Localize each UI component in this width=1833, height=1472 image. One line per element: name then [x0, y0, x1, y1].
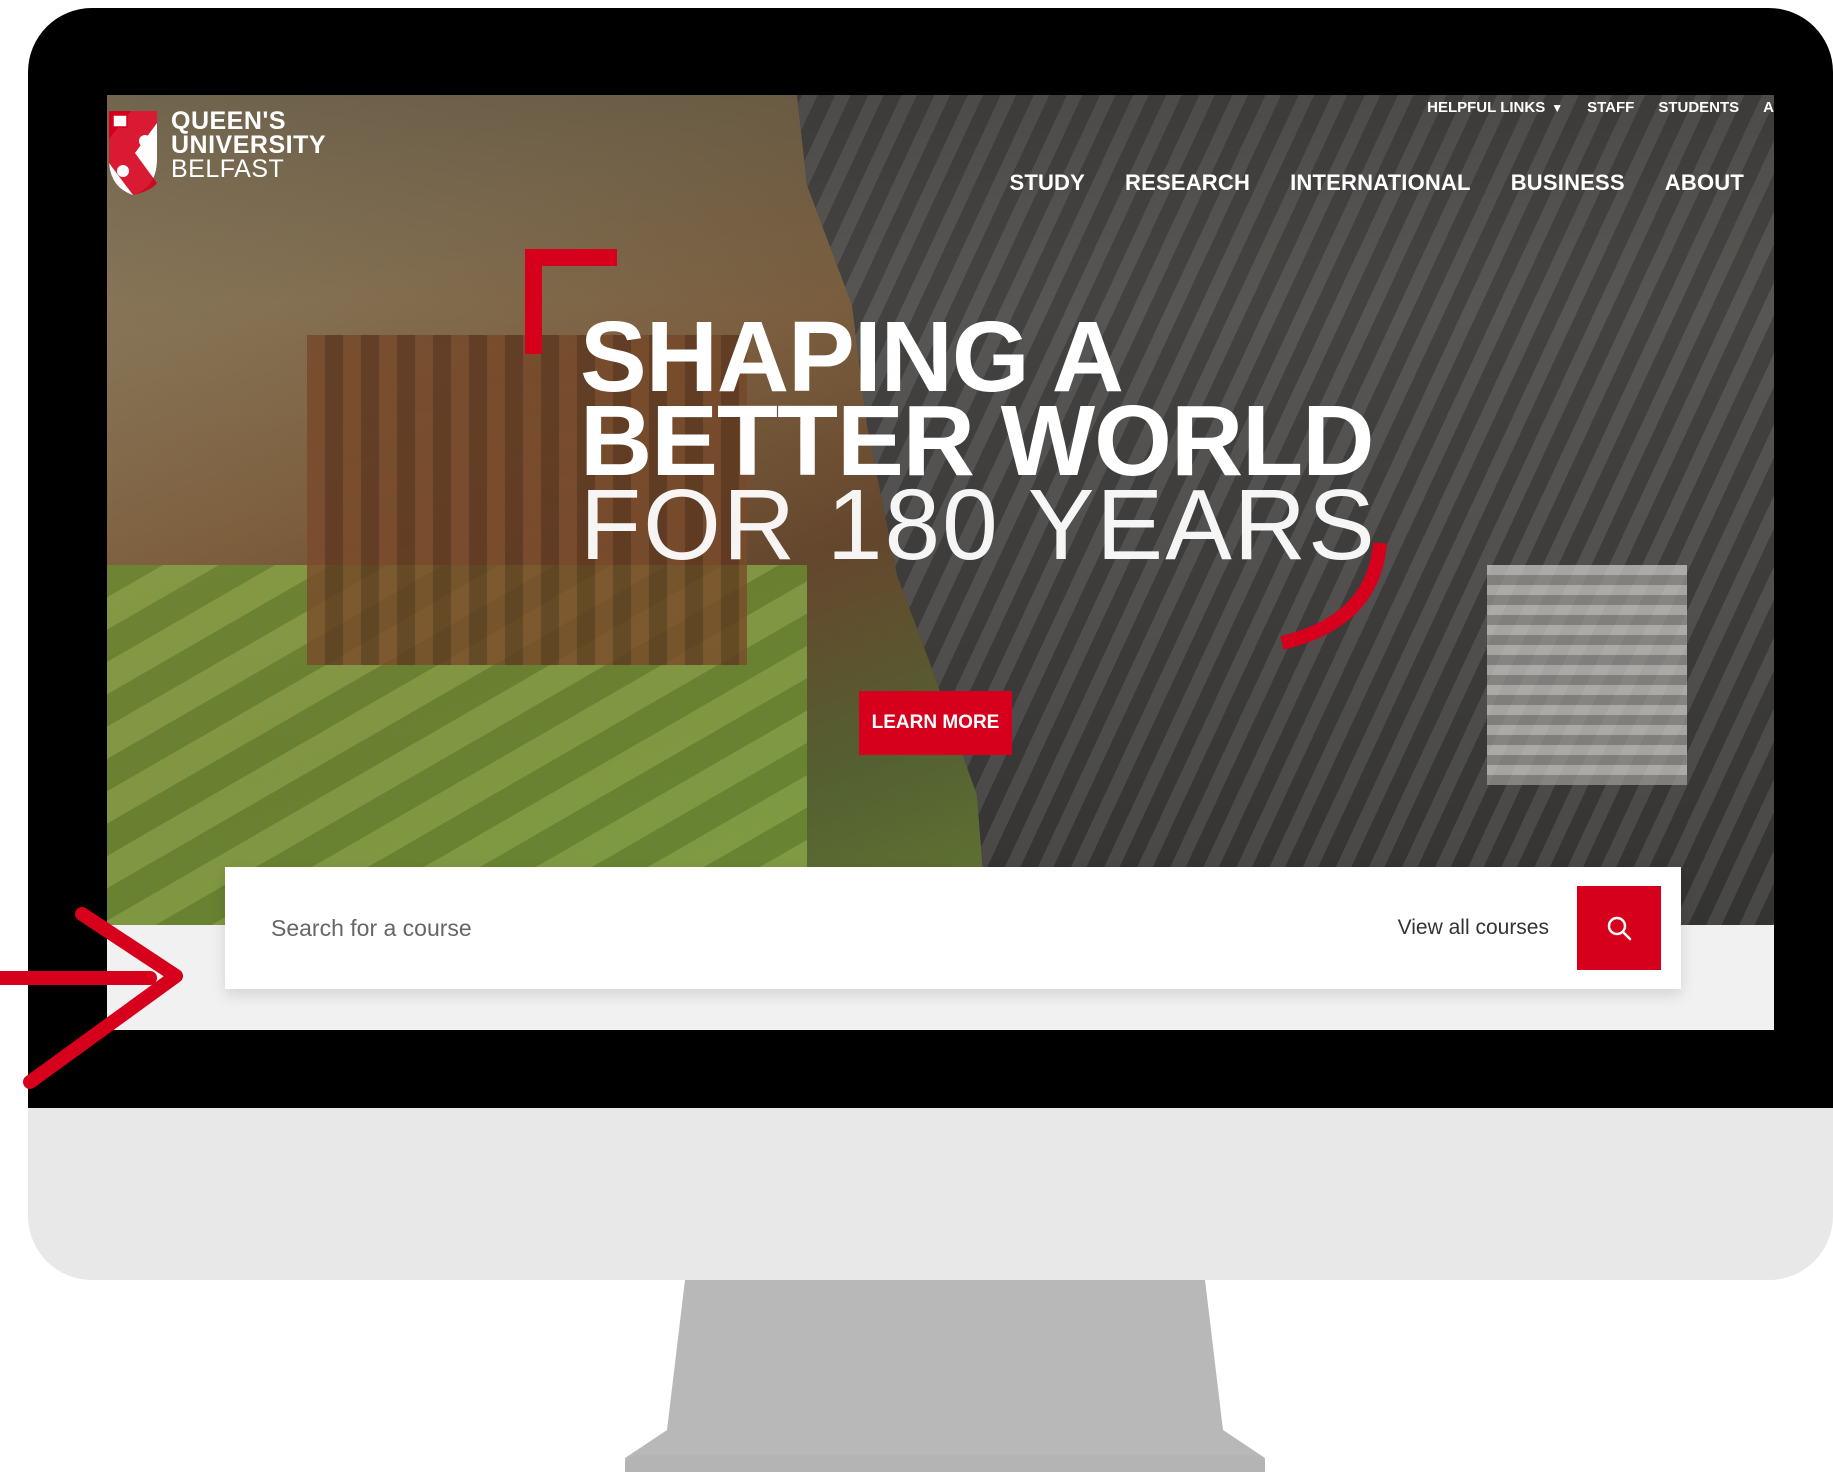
- monitor-chin: [28, 1108, 1833, 1280]
- utility-nav: HELPFUL LINKS ▼ STAFF STUDENTS A: [1427, 95, 1774, 119]
- website-screen: QUEEN'S UNIVERSITY BELFAST HELPFUL LINKS…: [107, 95, 1774, 1030]
- learn-more-button[interactable]: LEARN MORE: [859, 691, 1012, 755]
- nav-item-study[interactable]: STUDY: [1009, 170, 1085, 196]
- hero-headline: SHAPING A BETTER WORLD FOR 180 YEARS: [580, 307, 1377, 581]
- logo-line-belfast: BELFAST: [171, 155, 285, 183]
- truncated-link[interactable]: A: [1763, 99, 1774, 116]
- view-all-courses-link[interactable]: View all courses: [1398, 916, 1549, 940]
- search-button[interactable]: [1577, 886, 1661, 970]
- logo-line-queens: QUEEN'S: [171, 107, 287, 135]
- monitor-stand: [625, 1280, 1265, 1472]
- students-link[interactable]: STUDENTS: [1658, 99, 1739, 116]
- nav-item-international[interactable]: INTERNATIONAL: [1290, 170, 1471, 196]
- annotation-arrow: [0, 907, 183, 1089]
- monitor-base: [625, 1455, 1265, 1472]
- logo-line-university: UNIVERSITY: [171, 131, 327, 159]
- hero-banner: QUEEN'S UNIVERSITY BELFAST HELPFUL LINKS…: [107, 95, 1774, 925]
- main-nav: STUDY RESEARCH INTERNATIONAL BUSINESS AB…: [1009, 170, 1744, 196]
- helpful-links-label: HELPFUL LINKS: [1427, 98, 1546, 116]
- nav-item-business[interactable]: BUSINESS: [1511, 170, 1625, 196]
- staff-link[interactable]: STAFF: [1587, 99, 1634, 116]
- logo-wordmark: QUEEN'S UNIVERSITY BELFAST: [171, 107, 327, 183]
- university-logo[interactable]: QUEEN'S UNIVERSITY BELFAST: [107, 109, 326, 197]
- course-search-bar: View all courses: [225, 867, 1681, 989]
- helpful-links-dropdown[interactable]: HELPFUL LINKS ▼: [1427, 99, 1563, 116]
- course-search-input[interactable]: [269, 897, 1398, 959]
- caret-down-icon: ▼: [1551, 100, 1564, 115]
- university-crest-icon: [109, 111, 157, 195]
- search-icon: [1607, 916, 1632, 941]
- nav-item-research[interactable]: RESEARCH: [1125, 170, 1250, 196]
- nav-item-about[interactable]: ABOUT: [1665, 170, 1744, 196]
- headline-line-3: FOR 180 YEARS: [580, 469, 1377, 581]
